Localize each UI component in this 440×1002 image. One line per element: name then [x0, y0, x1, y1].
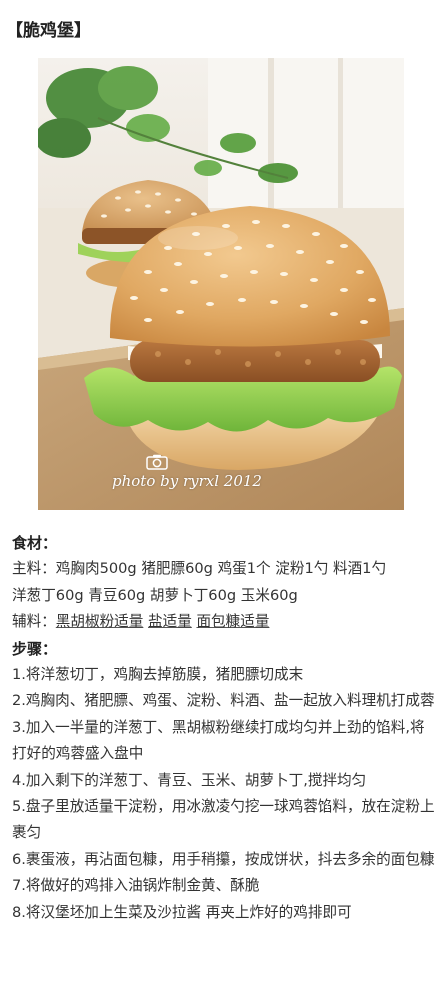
burger-illustration	[38, 58, 404, 510]
step-item: 2.鸡胸肉、猪肥膘、鸡蛋、淀粉、料酒、盐一起放入料理机打成蓉	[12, 692, 435, 710]
steps-heading: 步骤：	[12, 639, 58, 658]
aux-ingredient-pepper: 黑胡椒粉适量	[55, 613, 144, 631]
step-item: 1.将洋葱切丁，鸡胸去掉筋膜，猪肥膘切成末	[12, 666, 304, 684]
burger-photo: photo by ryrxl 2012	[38, 58, 404, 510]
ingredients-heading: 食材：	[12, 534, 58, 552]
camera-icon	[146, 454, 168, 470]
step-item: 3.加入一半量的洋葱丁、黑胡椒粉继续打成均匀并上劲的馅料,将打好的鸡蓉盛入盘中	[12, 718, 425, 763]
photo-credit: photo by ryrxl 2012	[112, 472, 262, 490]
step-item: 4.加入剩下的洋葱丁、青豆、玉米、胡萝卜丁,搅拌均匀	[12, 771, 367, 789]
recipe-content: 食材： 主料：鸡胸肉500g 猪肥膘60g 鸡蛋1个 淀粉1勺 料酒1勺 洋葱丁…	[12, 530, 436, 926]
main-ingredients-line: 主料：鸡胸肉500g 猪肥膘60g 鸡蛋1个 淀粉1勺 料酒1勺	[12, 560, 387, 578]
recipe-title: 【脆鸡堡】	[6, 21, 91, 41]
aux-ingredient-breadcrumbs: 面包糠适量	[196, 613, 270, 631]
aux-ingredients-prefix: 辅料：	[12, 613, 56, 631]
step-item: 5.盘子里放适量干淀粉，用冰激凌勺挖一球鸡蓉馅料，放在淀粉上裹匀	[12, 798, 435, 842]
step-item: 7.将做好的鸡排入油锅炸制金黄、酥脆	[12, 877, 260, 895]
main-ingredients-line-2: 洋葱丁60g 青豆60g 胡萝卜丁60g 玉米60g	[12, 586, 298, 604]
step-item: 8.将汉堡坯加上生菜及沙拉酱 再夹上炸好的鸡排即可	[12, 903, 352, 921]
step-item: 6.裹蛋液，再沾面包糠，用手稍攥，按成饼状，抖去多余的面包糠	[12, 850, 435, 868]
aux-ingredient-salt: 盐适量	[148, 613, 192, 631]
aux-ingredients-line: 辅料：黑胡椒粉适量 盐适量 面包糠适量	[12, 609, 436, 635]
recipe-page: 【脆鸡堡】 photo by ryrxl 2012 食材： 主料：鸡胸肉500g…	[0, 0, 440, 1002]
